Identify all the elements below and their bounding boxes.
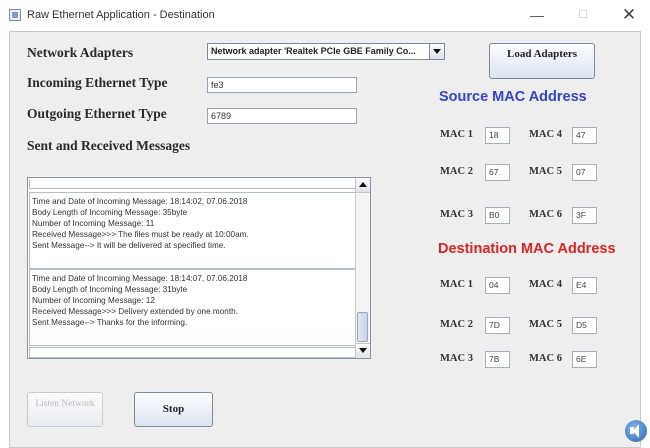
source-mac5-input[interactable]: 07 bbox=[572, 164, 597, 181]
incoming-type-label: Incoming Ethernet Type bbox=[27, 75, 168, 90]
window-title: Raw Ethernet Application - Destination bbox=[27, 9, 215, 21]
source-mac1-label: MAC 1 bbox=[440, 129, 473, 140]
main-panel: Network Adapters Incoming Ethernet Type … bbox=[9, 31, 641, 448]
dest-mac5-label: MAC 5 bbox=[529, 319, 562, 330]
source-mac2-label: MAC 2 bbox=[440, 166, 473, 177]
dest-mac4-label: MAC 4 bbox=[529, 279, 562, 290]
message-box-empty bbox=[29, 347, 357, 358]
message-line: Received Message>>> The files must be re… bbox=[32, 230, 249, 239]
messages-textarea[interactable]: Time and Date of Incoming Message: 18:14… bbox=[27, 177, 371, 359]
network-adapters-label: Network Adapters bbox=[27, 45, 134, 60]
dest-mac6-input[interactable]: 6E bbox=[572, 351, 597, 368]
message-line: Number of Incoming Message: 12 bbox=[32, 296, 155, 305]
message-line: Body Length of Incoming Message: 31byte bbox=[32, 285, 188, 294]
minimize-button[interactable]: — bbox=[522, 4, 552, 26]
close-button[interactable]: ✕ bbox=[614, 4, 644, 26]
message-item: Time and Date of Incoming Message: 18:14… bbox=[29, 269, 357, 346]
source-mac2-input[interactable]: 67 bbox=[485, 164, 510, 181]
source-mac3-label: MAC 3 bbox=[440, 209, 473, 220]
dest-mac3-input[interactable]: 7B bbox=[485, 351, 510, 368]
message-line: Sent Message--> It will be delivered at … bbox=[32, 241, 226, 250]
message-item: Time and Date of Incoming Message: 18:14… bbox=[29, 192, 357, 269]
adapter-select[interactable]: Network adapter 'Realtek PCIe GBE Family… bbox=[207, 43, 445, 60]
scrollbar-thumb[interactable] bbox=[357, 312, 368, 342]
dest-mac4-input[interactable]: E4 bbox=[572, 277, 597, 294]
message-line: Time and Date of Incoming Message: 18:14… bbox=[32, 197, 248, 206]
dest-mac1-label: MAC 1 bbox=[440, 279, 473, 290]
message-box-partial bbox=[29, 180, 357, 189]
message-line: Body Length of Incoming Message: 35byte bbox=[32, 208, 188, 217]
source-mac1-input[interactable]: 18 bbox=[485, 127, 510, 144]
outgoing-type-label: Outgoing Ethernet Type bbox=[27, 106, 167, 121]
speaker-icon[interactable] bbox=[625, 420, 647, 442]
messages-scrollbar[interactable] bbox=[355, 178, 370, 358]
outgoing-type-input[interactable]: 6789 bbox=[207, 108, 357, 124]
dest-mac2-input[interactable]: 7D bbox=[485, 317, 510, 334]
dest-mac6-label: MAC 6 bbox=[529, 353, 562, 364]
source-mac3-input[interactable]: B0 bbox=[485, 207, 510, 224]
destination-mac-title: Destination MAC Address bbox=[438, 241, 616, 257]
app-window-icon bbox=[9, 9, 21, 21]
arrow-up-icon[interactable] bbox=[356, 178, 370, 193]
chevron-down-icon[interactable] bbox=[429, 44, 444, 59]
arrow-down-icon[interactable] bbox=[356, 343, 370, 358]
source-mac4-input[interactable]: 47 bbox=[572, 127, 597, 144]
source-mac4-label: MAC 4 bbox=[529, 129, 562, 140]
messages-label: Sent and Received Messages bbox=[27, 138, 191, 153]
source-mac-title: Source MAC Address bbox=[439, 89, 587, 105]
dest-mac5-input[interactable]: D5 bbox=[572, 317, 597, 334]
source-mac6-label: MAC 6 bbox=[529, 209, 562, 220]
load-adapters-button[interactable]: Load Adapters bbox=[489, 43, 595, 79]
dest-mac2-label: MAC 2 bbox=[440, 319, 473, 330]
message-line: Time and Date of Incoming Message: 18:14… bbox=[32, 274, 248, 283]
dest-mac3-label: MAC 3 bbox=[440, 353, 473, 364]
listen-network-button[interactable]: Listen Network bbox=[27, 392, 103, 427]
message-line: Received Message>>> Delivery extended by… bbox=[32, 307, 238, 316]
adapter-select-value: Network adapter 'Realtek PCIe GBE Family… bbox=[211, 46, 416, 56]
message-line: Sent Message--> Thanks for the informing… bbox=[32, 318, 188, 327]
maximize-button[interactable]: ☐ bbox=[568, 4, 598, 26]
source-mac5-label: MAC 5 bbox=[529, 166, 562, 177]
source-mac6-input[interactable]: 3F bbox=[572, 207, 597, 224]
messages-list: Time and Date of Incoming Message: 18:14… bbox=[28, 178, 357, 358]
dest-mac1-input[interactable]: 04 bbox=[485, 277, 510, 294]
incoming-type-input[interactable]: fe3 bbox=[207, 77, 357, 93]
title-bar: Raw Ethernet Application - Destination —… bbox=[0, 0, 650, 30]
message-line: Number of Incoming Message: 11 bbox=[32, 219, 155, 228]
stop-button[interactable]: Stop bbox=[134, 392, 213, 427]
